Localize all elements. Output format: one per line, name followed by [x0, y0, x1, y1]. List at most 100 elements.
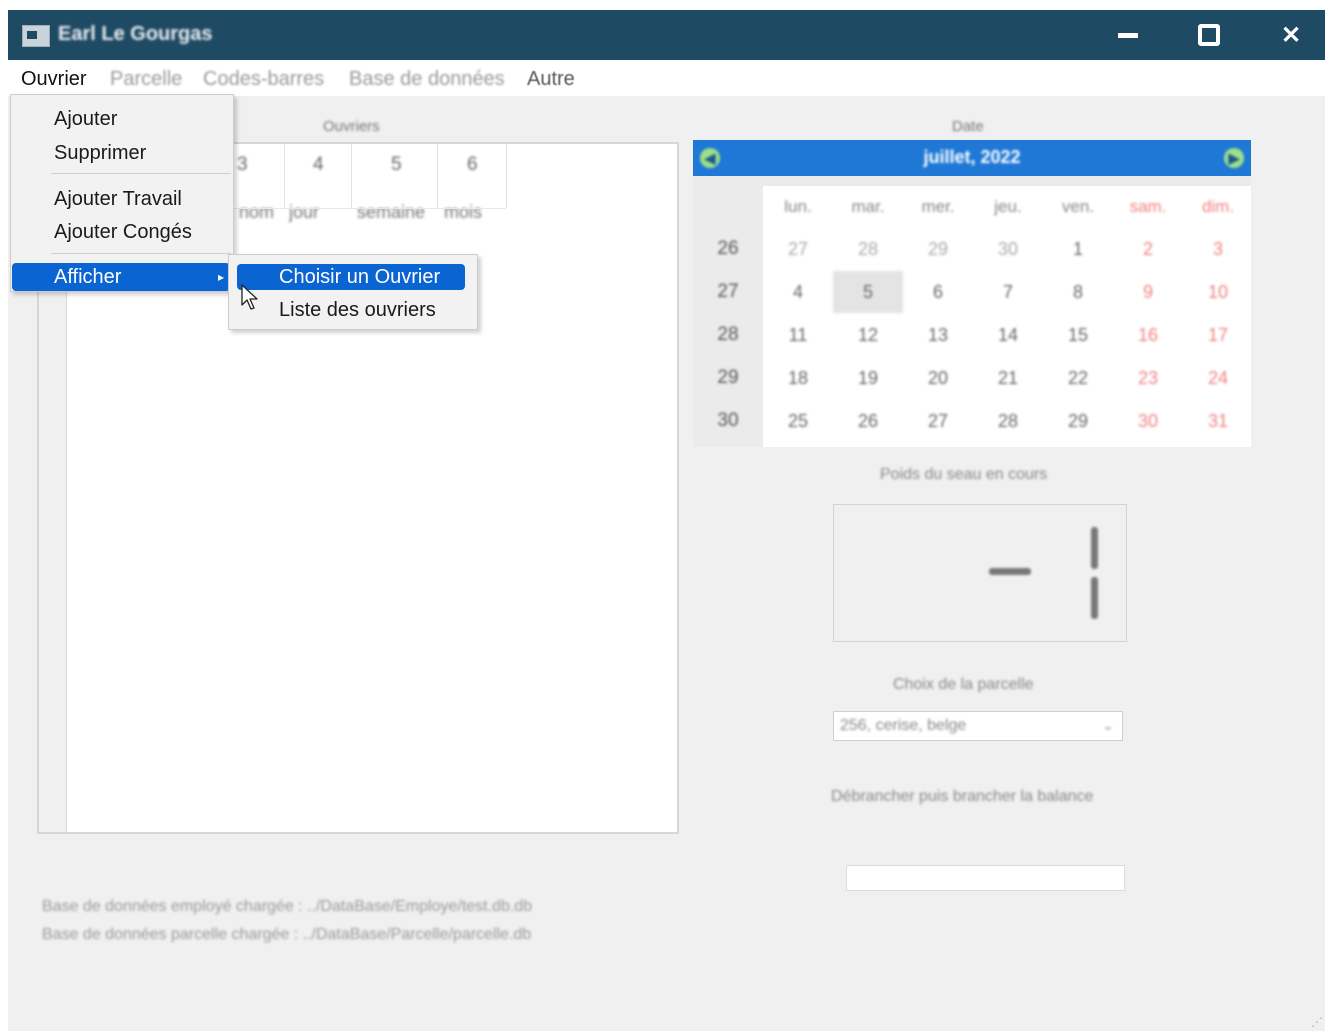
column-number: 3: [237, 154, 248, 175]
calendar-day[interactable]: 24: [1183, 357, 1253, 399]
status-employe-db: Base de données employé chargée : ../Dat…: [42, 898, 533, 915]
maximize-button[interactable]: [1179, 10, 1239, 60]
calendar-day[interactable]: 30: [1113, 400, 1183, 442]
menu-bar: Ouvrier Parcelle Codes-barres Base de do…: [8, 60, 1325, 96]
menu-item-choisir-ouvrier[interactable]: Choisir un Ouvrier: [237, 264, 465, 290]
calendar-day[interactable]: 31: [1183, 400, 1253, 442]
menu-item-ajouter-conges[interactable]: Ajouter Congés: [12, 218, 230, 246]
minimize-icon: [1118, 32, 1138, 38]
calendar-day[interactable]: 2: [1113, 228, 1183, 270]
calendar-day[interactable]: 9: [1113, 271, 1183, 313]
menu-item-afficher[interactable]: Afficher ▸: [12, 263, 230, 291]
calendar-day[interactable]: 15: [1043, 314, 1113, 356]
ouvrier-dropdown-menu: Ajouter Supprimer Ajouter Travail Ajoute…: [10, 94, 234, 292]
next-month-button[interactable]: ▶: [1224, 148, 1244, 168]
calendar-day[interactable]: 26: [833, 400, 903, 442]
calendar-week-number: 27: [717, 281, 739, 302]
close-button[interactable]: ✕: [1261, 10, 1321, 60]
menu-autre[interactable]: Autre: [527, 68, 575, 91]
calendar-day[interactable]: 14: [973, 314, 1043, 356]
calendar-day[interactable]: 10: [1183, 271, 1253, 313]
calendar-day[interactable]: 13: [903, 314, 973, 356]
calendar-day[interactable]: 19: [833, 357, 903, 399]
calendar-week-number: 29: [717, 367, 739, 388]
calendar-day[interactable]: 4: [763, 271, 833, 313]
column-header-semaine[interactable]: semaine: [357, 202, 425, 223]
calendar-day[interactable]: 6: [903, 271, 973, 313]
weight-lcd-display: [833, 504, 1127, 642]
scale-instruction-label: Débrancher puis brancher la balance: [831, 788, 1094, 805]
calendar-day[interactable]: 7: [973, 271, 1043, 313]
column-number: 4: [313, 154, 324, 175]
menu-item-liste-ouvriers[interactable]: Liste des ouvriers: [237, 297, 465, 323]
column-number: 5: [391, 154, 402, 175]
calendar-day[interactable]: 29: [903, 228, 973, 270]
parcelle-select-value: 256, cerise, belge: [840, 717, 967, 734]
calendar-day[interactable]: 28: [833, 228, 903, 270]
calendar-weekday: mer.: [921, 197, 955, 216]
calendar-day[interactable]: 25: [763, 400, 833, 442]
calendar-day[interactable]: 27: [763, 228, 833, 270]
menu-item-ajouter[interactable]: Ajouter: [12, 105, 230, 133]
menu-item-label: Afficher: [54, 266, 122, 288]
weight-label: Poids du seau en cours: [880, 466, 1048, 483]
lcd-segment: [989, 568, 1031, 575]
column-header-jour[interactable]: jour: [289, 202, 319, 223]
menu-item-ajouter-travail[interactable]: Ajouter Travail: [12, 185, 230, 213]
column-header-nom[interactable]: nom: [239, 202, 274, 223]
calendar-day[interactable]: 1: [1043, 228, 1113, 270]
menu-ouvrier[interactable]: Ouvrier: [21, 68, 87, 91]
resize-grip-icon[interactable]: ⋰: [1311, 1015, 1323, 1029]
menu-separator: [51, 173, 231, 174]
workers-panel-label: Ouvriers: [323, 118, 380, 135]
status-parcelle-db: Base de données parcelle chargée : ../Da…: [42, 926, 532, 943]
menu-item-supprimer[interactable]: Supprimer: [12, 139, 230, 167]
title-bar[interactable]: Earl Le Gourgas ✕: [8, 10, 1325, 60]
column-separator: [437, 144, 438, 208]
column-header-mois[interactable]: mois: [444, 202, 482, 223]
calendar-weekday: sam.: [1129, 197, 1167, 216]
menu-item-label: Choisir un Ouvrier: [279, 266, 441, 288]
calendar-day[interactable]: 28: [973, 400, 1043, 442]
calendar-day[interactable]: 23: [1113, 357, 1183, 399]
calendar-day[interactable]: 18: [763, 357, 833, 399]
column-separator: [506, 144, 507, 208]
calendar-weekday: dim.: [1201, 197, 1235, 216]
parcelle-choice-label: Choix de la parcelle: [893, 676, 1034, 693]
arrow-right-icon: ▶: [1228, 149, 1240, 166]
calendar-day[interactable]: 30: [973, 228, 1043, 270]
calendar-week-number: 26: [717, 238, 739, 259]
chevron-down-icon: ⌄: [1102, 717, 1114, 733]
menu-item-label: Ajouter Travail: [54, 188, 182, 210]
calendar-weekday: ven.: [1061, 197, 1095, 216]
calendar-month-title[interactable]: juillet, 2022: [693, 147, 1251, 168]
menu-codes-barres[interactable]: Codes-barres: [203, 68, 324, 91]
calendar-day[interactable]: 20: [903, 357, 973, 399]
calendar-day[interactable]: 16: [1113, 314, 1183, 356]
calendar-day[interactable]: 17: [1183, 314, 1253, 356]
menu-base-de-donnees[interactable]: Base de données: [349, 68, 505, 91]
close-icon: ✕: [1280, 21, 1302, 49]
calendar-day[interactable]: 12: [833, 314, 903, 356]
menu-parcelle[interactable]: Parcelle: [110, 68, 182, 91]
window-title: Earl Le Gourgas: [58, 23, 213, 45]
calendar-day[interactable]: 21: [973, 357, 1043, 399]
calendar-day[interactable]: 11: [763, 314, 833, 356]
menu-item-label: Ajouter: [54, 108, 118, 130]
calendar-weekday: mar.: [851, 197, 885, 216]
calendar-day[interactable]: 8: [1043, 271, 1113, 313]
calendar-week-number: 28: [717, 324, 739, 345]
calendar-day[interactable]: 5: [833, 271, 903, 313]
minimize-button[interactable]: [1098, 10, 1158, 60]
calendar-day[interactable]: 22: [1043, 357, 1113, 399]
menu-item-label: Supprimer: [54, 142, 147, 164]
menu-item-label: Liste des ouvriers: [279, 299, 436, 321]
calendar-day[interactable]: 3: [1183, 228, 1253, 270]
calendar-weekday: lun.: [784, 197, 812, 216]
calendar-day[interactable]: 27: [903, 400, 973, 442]
submenu-arrow-icon: ▸: [217, 270, 224, 284]
date-label: Date: [952, 118, 984, 135]
mouse-cursor-icon: [241, 284, 258, 310]
calendar-day[interactable]: 29: [1043, 400, 1113, 442]
parcelle-select[interactable]: 256, cerise, belge ⌄: [833, 711, 1123, 741]
